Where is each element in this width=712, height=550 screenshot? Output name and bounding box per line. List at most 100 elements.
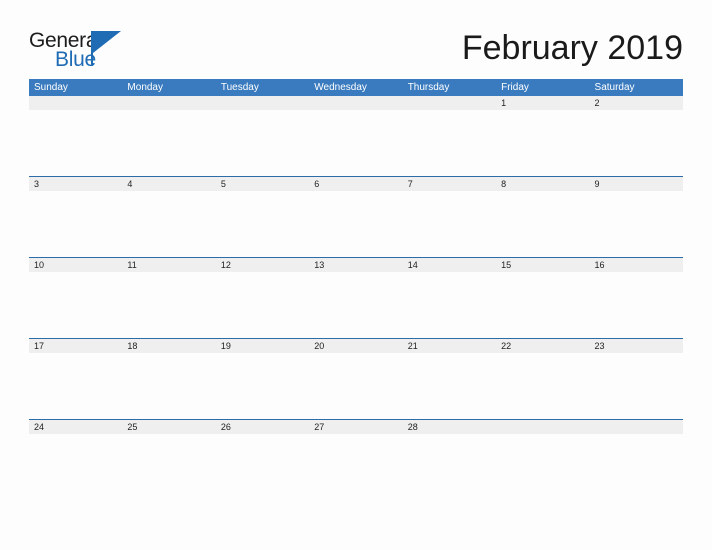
day-cell[interactable]: [309, 353, 402, 419]
date-number[interactable]: 16: [590, 258, 683, 272]
week-date-strip: 1 2: [29, 96, 683, 110]
date-number[interactable]: 27: [309, 420, 402, 434]
date-number[interactable]: 9: [590, 177, 683, 191]
date-number[interactable]: 4: [122, 177, 215, 191]
day-cell[interactable]: [309, 272, 402, 338]
week-event-area: [29, 434, 683, 500]
day-of-week-header-row: Sunday Monday Tuesday Wednesday Thursday…: [29, 79, 683, 96]
date-number[interactable]: 23: [590, 339, 683, 353]
week-event-area: [29, 353, 683, 419]
calendar-week-row: 1 2: [29, 96, 683, 176]
day-cell[interactable]: [590, 272, 683, 338]
week-date-strip: 24 25 26 27 28: [29, 420, 683, 434]
date-number[interactable]: [216, 96, 309, 110]
page-title: February 2019: [461, 29, 683, 67]
week-event-area: [29, 191, 683, 257]
date-number[interactable]: 12: [216, 258, 309, 272]
day-header-friday: Friday: [501, 82, 529, 93]
date-number[interactable]: 2: [590, 96, 683, 110]
date-number[interactable]: 11: [122, 258, 215, 272]
calendar-page: General Blue February 2019 Sunday Monday…: [0, 0, 712, 550]
day-cell[interactable]: [29, 434, 122, 500]
week-date-strip: 3 4 5 6 7 8 9: [29, 177, 683, 191]
day-cell[interactable]: [590, 353, 683, 419]
date-number[interactable]: 6: [309, 177, 402, 191]
day-cell[interactable]: [216, 434, 309, 500]
day-cell[interactable]: [216, 353, 309, 419]
date-number[interactable]: 5: [216, 177, 309, 191]
day-cell[interactable]: [309, 110, 402, 176]
week-date-strip: 17 18 19 20 21 22 23: [29, 339, 683, 353]
day-cell[interactable]: [496, 434, 589, 500]
date-number[interactable]: 24: [29, 420, 122, 434]
day-header-wednesday: Wednesday: [314, 82, 367, 93]
day-cell[interactable]: [590, 110, 683, 176]
page-header: General Blue February 2019: [0, 0, 712, 78]
date-number[interactable]: 10: [29, 258, 122, 272]
day-cell[interactable]: [216, 191, 309, 257]
day-cell[interactable]: [216, 110, 309, 176]
flag-triangle: [93, 31, 121, 53]
date-number[interactable]: 14: [403, 258, 496, 272]
day-cell[interactable]: [403, 191, 496, 257]
day-cell[interactable]: [590, 191, 683, 257]
day-cell[interactable]: [403, 434, 496, 500]
day-cell[interactable]: [309, 434, 402, 500]
day-header-tuesday: Tuesday: [220, 82, 259, 93]
brand-logo[interactable]: General Blue: [29, 30, 139, 72]
date-number[interactable]: [309, 96, 402, 110]
date-number[interactable]: 19: [216, 339, 309, 353]
day-header-saturday: Saturday: [594, 82, 635, 93]
date-number[interactable]: [403, 96, 496, 110]
day-cell[interactable]: [122, 434, 215, 500]
day-cell[interactable]: [590, 434, 683, 500]
date-number[interactable]: 13: [309, 258, 402, 272]
date-number[interactable]: 28: [403, 420, 496, 434]
day-cell[interactable]: [122, 110, 215, 176]
day-header-monday: Monday: [127, 82, 163, 93]
day-header-thursday: Thursday: [407, 82, 450, 93]
day-cell[interactable]: [216, 272, 309, 338]
calendar-table: Sunday Monday Tuesday Wednesday Thursday…: [29, 79, 683, 500]
date-number[interactable]: 18: [122, 339, 215, 353]
date-number[interactable]: 21: [403, 339, 496, 353]
date-number[interactable]: [590, 420, 683, 434]
date-number[interactable]: 15: [496, 258, 589, 272]
calendar-week-row: 17 18 19 20 21 22 23: [29, 338, 683, 419]
date-number[interactable]: 25: [122, 420, 215, 434]
date-number[interactable]: 1: [496, 96, 589, 110]
day-header-sunday: Sunday: [34, 82, 68, 93]
day-cell[interactable]: [29, 191, 122, 257]
day-cell[interactable]: [496, 272, 589, 338]
day-cell[interactable]: [496, 191, 589, 257]
day-cell[interactable]: [309, 191, 402, 257]
day-cell[interactable]: [29, 110, 122, 176]
day-cell[interactable]: [403, 110, 496, 176]
brand-name-blue: Blue: [55, 48, 96, 71]
week-date-strip: 10 11 12 13 14 15 16: [29, 258, 683, 272]
day-cell[interactable]: [29, 272, 122, 338]
date-number[interactable]: 8: [496, 177, 589, 191]
calendar-week-row: 10 11 12 13 14 15 16: [29, 257, 683, 338]
date-number[interactable]: 3: [29, 177, 122, 191]
date-number[interactable]: 20: [309, 339, 402, 353]
date-number[interactable]: 17: [29, 339, 122, 353]
day-cell[interactable]: [496, 110, 589, 176]
calendar-week-row: 3 4 5 6 7 8 9: [29, 176, 683, 257]
date-number[interactable]: [122, 96, 215, 110]
day-cell[interactable]: [403, 272, 496, 338]
day-cell[interactable]: [496, 353, 589, 419]
week-event-area: [29, 110, 683, 176]
day-cell[interactable]: [122, 353, 215, 419]
calendar-week-row: 24 25 26 27 28: [29, 419, 683, 500]
week-event-area: [29, 272, 683, 338]
date-number[interactable]: 26: [216, 420, 309, 434]
date-number[interactable]: 7: [403, 177, 496, 191]
day-cell[interactable]: [29, 353, 122, 419]
date-number[interactable]: [29, 96, 122, 110]
day-cell[interactable]: [122, 272, 215, 338]
day-cell[interactable]: [403, 353, 496, 419]
day-cell[interactable]: [122, 191, 215, 257]
date-number[interactable]: [496, 420, 589, 434]
date-number[interactable]: 22: [496, 339, 589, 353]
